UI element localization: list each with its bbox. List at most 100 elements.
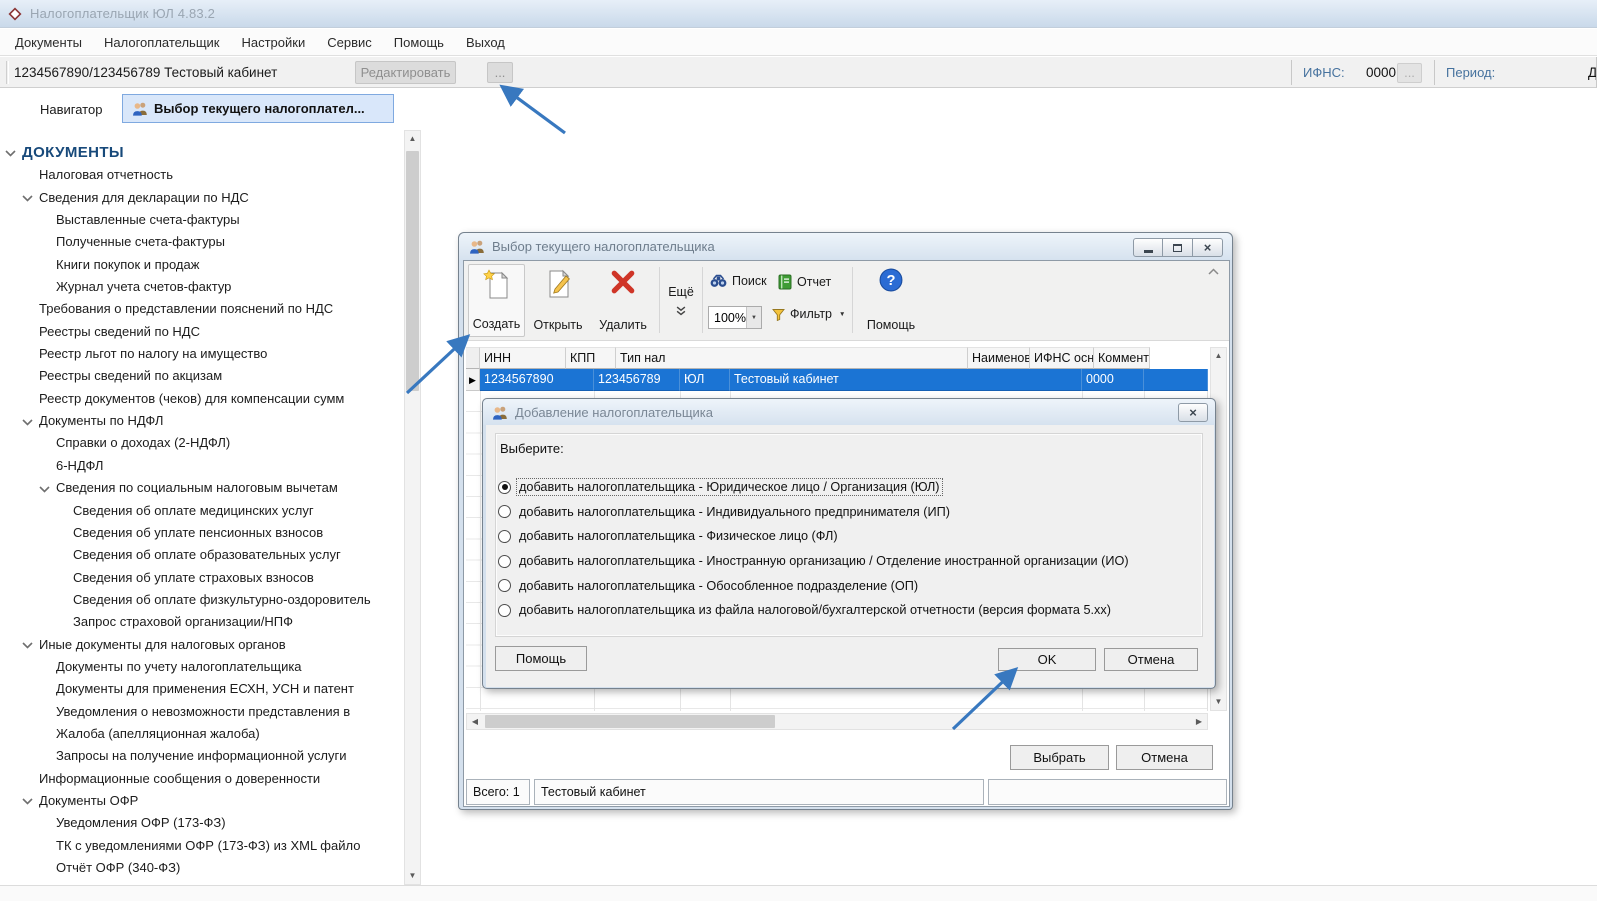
edit-button[interactable]: Редактировать [355,61,456,84]
tree-item[interactable]: Реестр документов (чеков) для компенсаци… [0,388,402,410]
tree-item[interactable]: Требования о представлении пояснений по … [0,298,402,320]
radio-button[interactable] [498,481,511,494]
tree-item[interactable]: Сведения для декларации по НДС [0,187,402,209]
radio-button[interactable] [498,579,511,592]
radio-button[interactable] [498,555,511,568]
menu-item[interactable]: Налогоплательщик [93,29,230,55]
scrollbar-thumb[interactable] [406,151,419,391]
menu-item[interactable]: Настройки [230,29,316,55]
create-button[interactable]: Создать [468,264,525,337]
chevron-down-icon[interactable] [5,142,22,164]
tree-item[interactable]: Сведения по социальным налоговым вычетам [0,477,402,499]
column-header[interactable]: Наименование [968,347,1030,369]
tree-item[interactable]: Сведения об уплате страховых взносов [0,567,402,589]
radio-button[interactable] [498,530,511,543]
chevron-down-icon[interactable] [39,478,56,500]
menu-item[interactable]: Помощь [383,29,455,55]
zoom-combobox[interactable]: 100% ▼ [708,306,762,329]
table-row[interactable]: ▶ 1234567890 123456789 ЮЛ Тестовый кабин… [466,369,1208,391]
tree-item[interactable]: Сведения об уплате пенсионных взносов [0,522,402,544]
radio-option[interactable]: добавить налогоплательщика - Обособленно… [498,573,1188,598]
tree-item[interactable]: Полученные счета-фактуры [0,231,402,253]
dialog-title-bar[interactable]: Выбор текущего налогоплательщика [459,233,1232,260]
radio-option[interactable]: добавить налогоплательщика - Иностранную… [498,549,1188,574]
tree-scrollbar[interactable]: ▲ ▼ [404,130,421,885]
scroll-up-icon[interactable]: ▲ [405,131,420,147]
chevron-down-icon[interactable] [22,634,39,656]
column-header[interactable]: КПП [566,347,616,369]
tree-item[interactable]: ТК с уведомлениями ОФР (173-ФЗ) из XML ф… [0,835,402,857]
tree-item[interactable]: Сведения об оплате образовательных услуг [0,544,402,566]
column-header[interactable]: Коммент [1094,347,1150,369]
tree-item[interactable]: Иные документы для налоговых органов [0,634,402,656]
table-hscrollbar[interactable]: ◀ ▶ [466,713,1208,730]
scroll-left-icon[interactable]: ◀ [467,714,483,729]
scroll-down-icon[interactable]: ▼ [405,868,420,884]
tree-item[interactable]: Реестры сведений по НДС [0,321,402,343]
open-button[interactable]: Открыть [527,264,589,337]
tree-item[interactable]: Документы по НДФЛ [0,410,402,432]
scroll-down-icon[interactable]: ▼ [1211,694,1226,710]
tree-item[interactable]: Сведения об оплате медицинских услуг [0,500,402,522]
close-button[interactable]: × [1193,238,1223,257]
tree-item[interactable]: Выставленные счета-фактуры [0,209,402,231]
search-button[interactable]: Поиск [710,274,767,288]
cancel-button[interactable]: Отмена [1104,648,1198,671]
tab-navigator[interactable]: Навигатор [30,97,112,123]
tree-item[interactable]: Отчёт ОФР (340-ФЗ) [0,857,402,879]
current-taxpayer-field[interactable]: 1234567890/123456789 Тестовый кабинет [14,57,277,88]
tree-item[interactable]: ДОКУМЕНТЫ [0,142,402,164]
filter-button[interactable]: Фильтр ▼ [772,307,845,321]
dialog-title-bar[interactable]: Добавление налогоплательщика [483,399,1215,425]
tree-item[interactable]: 6-НДФЛ [0,455,402,477]
column-header[interactable]: ИФНС осн [1030,347,1094,369]
radio-option[interactable]: добавить налогоплательщика - Юридическое… [498,475,1188,500]
taxpayer-more-button[interactable]: ... [487,62,513,83]
tree-item[interactable]: Документы по учету налогоплательщика [0,656,402,678]
report-button[interactable]: Отчет [778,274,831,290]
tree-item[interactable]: Уведомления о невозможности представлени… [0,701,402,723]
select-button[interactable]: Выбрать [1010,745,1109,770]
tree-item[interactable]: Журнал учета счетов-фактур [0,276,402,298]
ifns-more-button[interactable]: ... [1397,63,1422,83]
tree-item[interactable]: Документы для применения ЕСХН, УСН и пат… [0,678,402,700]
chevron-down-icon[interactable] [22,411,39,433]
radio-option[interactable]: добавить налогоплательщика из файла нало… [498,598,1188,623]
tree-item[interactable]: Жалоба (апелляционная жалоба) [0,723,402,745]
radio-option[interactable]: добавить налогоплательщика - Физическое … [498,524,1188,549]
tree-item[interactable]: Реестры сведений по акцизам [0,365,402,387]
tree-item[interactable]: Сведения об оплате физкультурно-оздорови… [0,589,402,611]
tree-item[interactable]: Реестр льгот по налогу на имущество [0,343,402,365]
tree-item[interactable]: Справки о доходах (2-НДФЛ) [0,432,402,454]
dropdown-icon[interactable]: ▼ [746,307,761,328]
tree-item[interactable]: Информационные сообщения о доверенности [0,768,402,790]
more-button[interactable]: Ещё [663,264,699,337]
column-header[interactable]: ИНН [480,347,566,369]
menu-item[interactable]: Выход [455,29,516,55]
delete-button[interactable]: Удалить [591,264,655,337]
minimize-button[interactable] [1133,238,1163,257]
maximize-button[interactable] [1163,238,1193,257]
tree-item[interactable]: Уведомления ОФР (173-ФЗ) [0,812,402,834]
scrollbar-thumb[interactable] [485,715,775,728]
chevron-down-icon[interactable] [22,790,39,812]
scroll-up-icon[interactable]: ▲ [1211,348,1226,364]
help-button[interactable]: Помощь [495,646,587,671]
column-header[interactable]: Тип нал [616,347,968,369]
chevron-down-icon[interactable] [22,187,39,209]
radio-button[interactable] [498,505,511,518]
tree-item[interactable]: Документы ОФР [0,790,402,812]
radio-option[interactable]: добавить налогоплательщика - Индивидуаль… [498,500,1188,525]
menu-item[interactable]: Сервис [316,29,383,55]
close-button[interactable]: × [1178,403,1208,422]
menu-item[interactable]: Документы [4,29,93,55]
radio-button[interactable] [498,604,511,617]
help-button[interactable]: ? Помощь [860,264,922,337]
tree-item[interactable]: Налоговая отчетность [0,164,402,186]
scroll-right-icon[interactable]: ▶ [1191,714,1207,729]
tree-item[interactable]: Запрос страховой организации/НПФ [0,611,402,633]
cancel-button[interactable]: Отмена [1116,745,1213,770]
ok-button[interactable]: OK [998,648,1096,671]
collapse-ribbon-icon[interactable] [1208,268,1219,275]
tab-select-taxpayer[interactable]: Выбор текущего налогоплател... [122,94,394,123]
